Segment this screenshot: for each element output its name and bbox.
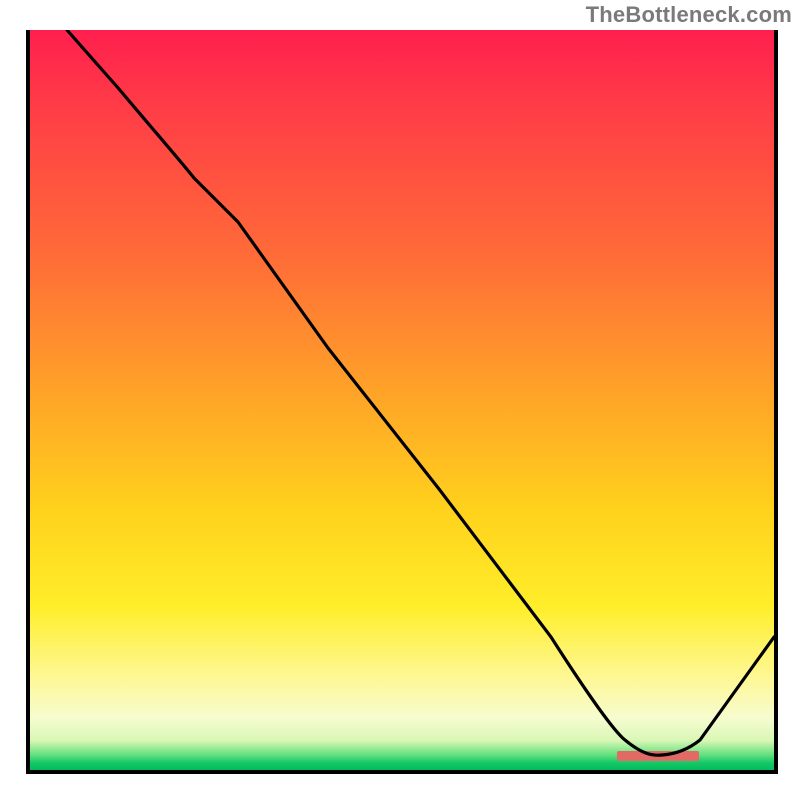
attribution-text: TheBottleneck.com — [586, 2, 792, 28]
axis-left — [26, 30, 30, 774]
optimum-range-bar — [617, 751, 699, 761]
axis-bottom — [26, 770, 778, 774]
axis-right — [774, 30, 778, 774]
severity-gradient-fill — [30, 30, 774, 770]
chart-stage: TheBottleneck.com — [0, 0, 800, 800]
